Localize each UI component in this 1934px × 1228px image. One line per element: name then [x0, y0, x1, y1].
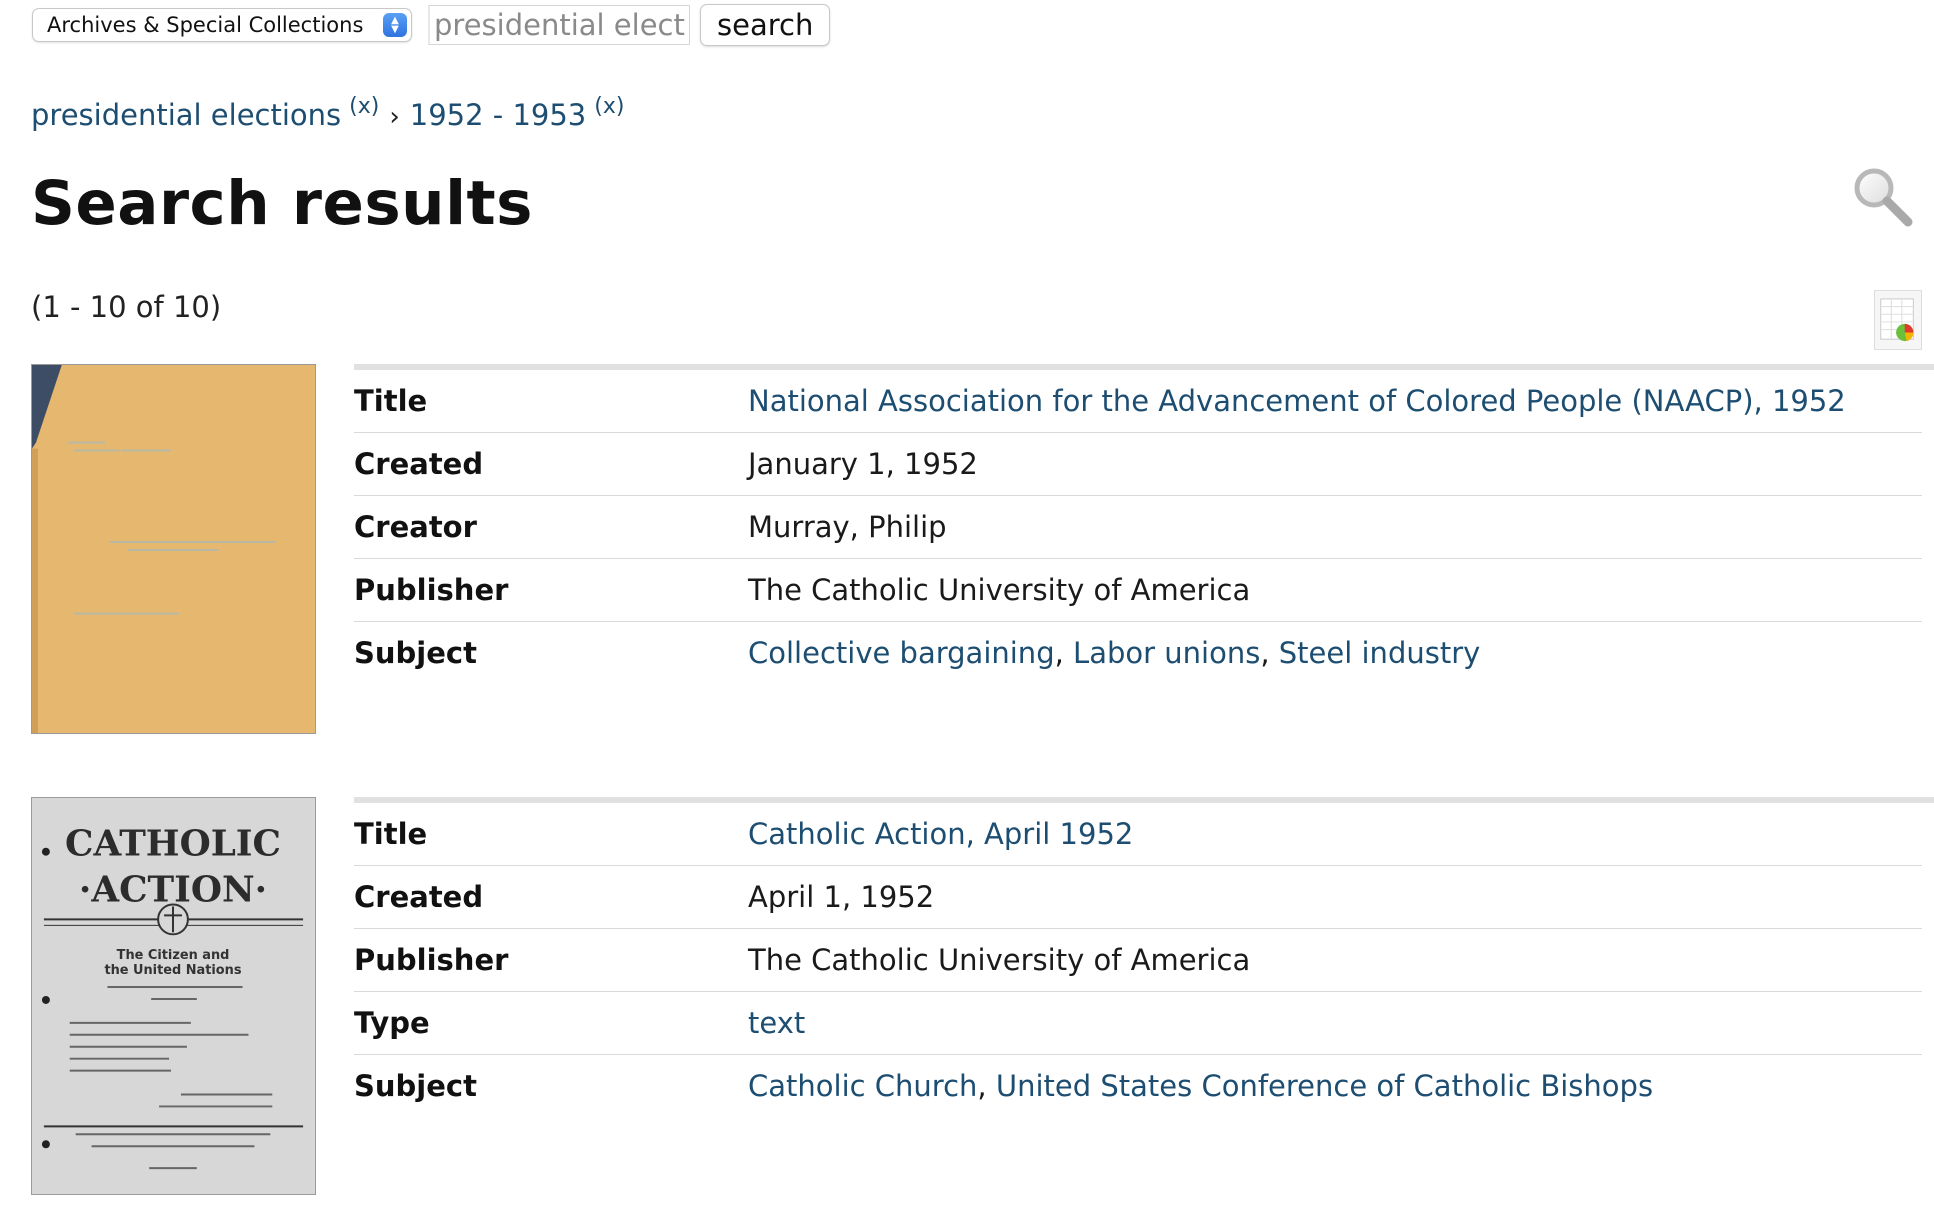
cover-masthead-1: CATHOLIC: [65, 823, 281, 865]
field-label: Type: [354, 991, 748, 1055]
breadcrumb-separator: ›: [389, 102, 400, 132]
breadcrumb: presidential elections (x) › 1952 - 1953 (x): [31, 94, 624, 132]
field-value: The Catholic University of America: [748, 928, 1922, 992]
field-value: April 1, 1952: [748, 865, 1922, 929]
result-title-link[interactable]: National Association for the Advancement…: [748, 384, 1846, 418]
magnifier-icon[interactable]: [1850, 164, 1914, 228]
search-bar: Archives & Special Collections ▲▼ search: [32, 4, 831, 46]
subject-link[interactable]: United States Conference of Catholic Bis…: [996, 1069, 1653, 1103]
metadata-row-title: Title National Association for the Advan…: [354, 367, 1934, 433]
metadata-row-creator: Creator Murray, Philip: [354, 495, 1934, 559]
field-value: January 1, 1952: [748, 432, 1922, 496]
breadcrumb-item-date-range[interactable]: 1952 - 1953: [410, 98, 587, 132]
field-label: Title: [354, 367, 748, 433]
field-value: The Catholic University of America: [748, 558, 1922, 622]
metadata-row-created: Created April 1, 1952: [354, 865, 1934, 929]
field-value: Catholic Church, United States Conferenc…: [748, 1069, 1654, 1103]
result-metadata-1: Title National Association for the Advan…: [354, 364, 1934, 684]
remove-filter-presidential-elections[interactable]: (x): [349, 94, 379, 119]
result-title-link[interactable]: Catholic Action, April 1952: [748, 817, 1133, 851]
field-value: Collective bargaining, Labor unions, Ste…: [748, 636, 1481, 670]
metadata-row-title: Title Catholic Action, April 1952: [354, 800, 1934, 866]
cover-headline-2: the United Nations: [104, 963, 241, 978]
subject-link[interactable]: Labor unions: [1073, 636, 1260, 670]
field-label: Title: [354, 800, 748, 866]
subject-link[interactable]: Steel industry: [1279, 636, 1481, 670]
export-chart-icon[interactable]: [1874, 290, 1922, 350]
metadata-row-subject: Subject Catholic Church, United States C…: [354, 1055, 1934, 1118]
field-label: Creator: [354, 495, 748, 559]
page-title: Search results: [31, 168, 533, 239]
metadata-row-type: Type text: [354, 991, 1934, 1055]
result-metadata-2: Title Catholic Action, April 1952 Create…: [354, 797, 1934, 1117]
field-label: Publisher: [354, 558, 748, 622]
result-thumbnail-2[interactable]: CATHOLIC ·ACTION· The Citizen and the Un…: [31, 797, 316, 1195]
collection-select-value: Archives & Special Collections: [47, 13, 364, 37]
result-count: (1 - 10 of 10): [31, 290, 222, 324]
type-link[interactable]: text: [748, 1006, 805, 1040]
remove-filter-date-range[interactable]: (x): [594, 94, 624, 119]
metadata-row-publisher: Publisher The Catholic University of Ame…: [354, 558, 1934, 622]
collection-select[interactable]: Archives & Special Collections ▲ ▼: [32, 8, 412, 42]
metadata-row-created: Created January 1, 1952: [354, 432, 1934, 496]
result-thumbnail-1[interactable]: [31, 364, 316, 734]
metadata-row-publisher: Publisher The Catholic University of Ame…: [354, 928, 1934, 992]
field-label: Created: [354, 865, 748, 929]
field-label: Subject: [354, 636, 477, 670]
select-arrows-icon: ▲ ▼: [383, 13, 407, 37]
field-label: Created: [354, 432, 748, 496]
field-label: Publisher: [354, 928, 748, 992]
cover-headline-1: The Citizen and: [117, 948, 230, 963]
metadata-row-subject: Subject Collective bargaining, Labor uni…: [354, 622, 1934, 685]
field-label: Subject: [354, 1069, 477, 1103]
search-button[interactable]: search: [700, 4, 831, 46]
subject-link[interactable]: Catholic Church: [748, 1069, 977, 1103]
subject-link[interactable]: Collective bargaining: [748, 636, 1055, 670]
field-value: Murray, Philip: [748, 495, 1922, 559]
search-input[interactable]: [428, 5, 690, 45]
breadcrumb-item-presidential-elections[interactable]: presidential elections: [31, 98, 341, 132]
